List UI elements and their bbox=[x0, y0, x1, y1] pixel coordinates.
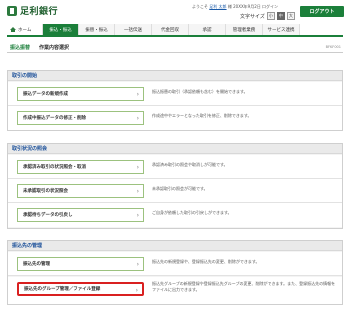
nav-collection[interactable]: 代金回収 bbox=[152, 24, 189, 35]
font-size-control: 文字サイズ 小 中 大 bbox=[240, 12, 295, 20]
user-line-suffix: 様 20XX年9月2日 ログイン bbox=[227, 4, 279, 9]
button-label: 作成中振込データの修正・削除 bbox=[23, 116, 86, 121]
section-heading: 取引の開始 bbox=[8, 71, 342, 81]
list-item: 承認待ちデータの引戻し › ご自身が依頼した取引の引戻しができます。 bbox=[8, 203, 342, 227]
section-transaction-status: 取引状況の照会 承認済み取引の状況照会・取消 › 承認済み取引の照会や取消しが可… bbox=[7, 143, 343, 229]
edit-draft-transfer-button[interactable]: 作成中振込データの修正・削除 › bbox=[17, 111, 144, 125]
nav-admin[interactable]: 管理者業務 bbox=[226, 24, 263, 35]
list-item: 承認済み取引の状況照会・取消 › 承認済み取引の照会や取消しが可能です。 bbox=[8, 155, 342, 179]
row-description: 作成途中やエラーとなった取引を修正、削除できます。 bbox=[152, 113, 252, 118]
home-icon bbox=[10, 27, 16, 32]
unapproved-status-inquiry-button[interactable]: 未承認取引の状況照会 › bbox=[17, 184, 144, 198]
user-line-prefix: ようこそ bbox=[192, 4, 208, 9]
list-item: 未承認取引の状況照会 › 未承認取引の照会が可能です。 bbox=[8, 179, 342, 203]
nav-approval[interactable]: 承認 bbox=[189, 24, 226, 35]
chevron-right-icon: › bbox=[136, 115, 139, 122]
list-item: 振込データの新規作成 › 振込振替の取引（承認依頼も含む）を開始できます。 bbox=[8, 82, 342, 106]
user-info: ようこそ 足利 太郎 様 20XX年9月2日 ログイン bbox=[192, 4, 278, 10]
button-label: 承認済み取引の状況照会・取消 bbox=[23, 165, 86, 170]
font-size-small-button[interactable]: 小 bbox=[266, 12, 275, 20]
logout-button[interactable]: ログアウト bbox=[300, 6, 344, 17]
row-description: 振込先グループの新規登録や登録振込先グループの変更、削除ができます。また、登録振… bbox=[152, 281, 336, 292]
page-title-bar: 振込振替 作業内容選択 BFKF001 bbox=[7, 42, 343, 53]
button-label: 振込先の管理 bbox=[23, 262, 50, 267]
section-start-transaction: 取引の開始 振込データの新規作成 › 振込振替の取引（承認依頼も含む）を開始でき… bbox=[7, 70, 343, 131]
payee-group-file-button[interactable]: 振込先のグループ管理／ファイル登録 › bbox=[17, 282, 144, 296]
bank-logo-icon bbox=[7, 5, 17, 16]
page-title: 振込振替 bbox=[10, 45, 31, 51]
list-item: 振込先の管理 › 振込先の新規登録や、登録振込先の変更、削除ができます。 bbox=[8, 252, 342, 276]
row-description: 振込振替の取引（承認依頼も含む）を開始できます。 bbox=[152, 89, 248, 94]
font-size-medium-button[interactable]: 中 bbox=[276, 12, 285, 20]
nav-service-link[interactable]: サービス連携 bbox=[263, 24, 300, 35]
list-item: 振込先のグループ管理／ファイル登録 › 振込先グループの新規登録や登録振込先グル… bbox=[8, 277, 342, 304]
row-description: 承認済み取引の照会や取消しが可能です。 bbox=[152, 162, 228, 167]
button-label: 承認待ちデータの引戻し bbox=[23, 213, 73, 218]
page-subtitle: 作業内容選択 bbox=[39, 45, 70, 51]
chevron-right-icon: › bbox=[135, 287, 138, 294]
user-name-link[interactable]: 足利 太郎 bbox=[209, 4, 226, 9]
button-label: 振込先のグループ管理／ファイル登録 bbox=[24, 287, 101, 292]
chevron-right-icon: › bbox=[136, 164, 139, 171]
screen-id: BFKF001 bbox=[325, 45, 341, 49]
row-description: ご自身が依頼した取引の引戻しができます。 bbox=[152, 210, 232, 215]
header: 足利銀行 ようこそ 足利 太郎 様 20XX年9月2日 ログイン 文字サイズ 小… bbox=[0, 0, 350, 22]
section-heading: 振込先の管理 bbox=[8, 241, 342, 251]
font-size-label: 文字サイズ bbox=[240, 13, 265, 20]
bank-name: 足利銀行 bbox=[20, 7, 59, 17]
row-description: 振込先の新規登録や、登録振込先の変更、削除ができます。 bbox=[152, 259, 260, 264]
row-description: 未承認取引の照会が可能です。 bbox=[152, 186, 208, 191]
nav-transfer[interactable]: 振込・振込 bbox=[43, 24, 79, 35]
list-item: 作成中振込データの修正・削除 › 作成途中やエラーとなった取引を修正、削除できま… bbox=[8, 106, 342, 130]
bank-logo[interactable]: 足利銀行 bbox=[7, 4, 58, 17]
chevron-right-icon: › bbox=[136, 261, 139, 268]
nav-bulk-transmission[interactable]: 一括伝送 bbox=[115, 24, 152, 35]
chevron-right-icon: › bbox=[136, 188, 139, 195]
nav-home[interactable]: ホーム bbox=[7, 24, 43, 35]
button-label: 未承認取引の状況照会 bbox=[23, 189, 68, 194]
nav-transfer-2[interactable]: 振替・振込 bbox=[79, 24, 115, 35]
chevron-right-icon: › bbox=[136, 91, 139, 98]
font-size-large-button[interactable]: 大 bbox=[286, 12, 295, 20]
approved-status-inquiry-button[interactable]: 承認済み取引の状況照会・取消 › bbox=[17, 160, 144, 174]
button-label: 振込データの新規作成 bbox=[23, 92, 68, 97]
new-transfer-data-button[interactable]: 振込データの新規作成 › bbox=[17, 87, 144, 101]
nav-home-label: ホーム bbox=[18, 27, 32, 33]
chevron-right-icon: › bbox=[136, 212, 139, 219]
section-heading: 取引状況の照会 bbox=[8, 144, 342, 154]
global-nav: ホーム 振込・振込 振替・振込 一括伝送 代金回収 承認 管理者業務 サービス連… bbox=[7, 24, 343, 37]
withdraw-pending-button[interactable]: 承認待ちデータの引戻し › bbox=[17, 208, 144, 222]
section-payee-management: 振込先の管理 振込先の管理 › 振込先の新規登録や、登録振込先の変更、削除ができ… bbox=[7, 240, 343, 305]
payee-management-button[interactable]: 振込先の管理 › bbox=[17, 257, 144, 271]
